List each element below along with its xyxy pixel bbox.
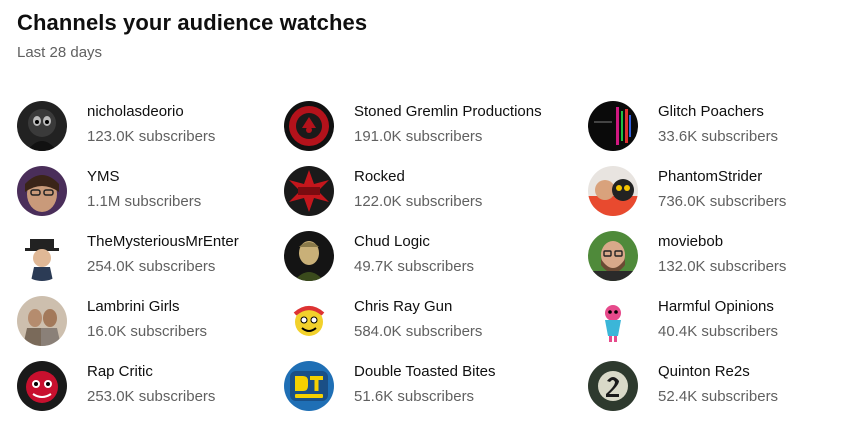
subscriber-count: 40.4K subscribers — [658, 323, 779, 340]
channel-item[interactable]: TheMysteriousMrEnter 254.0K subscribers — [17, 229, 284, 294]
cartoon-faces-avatar — [588, 166, 638, 216]
cartoon-yellow-avatar — [284, 296, 334, 346]
band-photo-avatar — [17, 296, 67, 346]
channel-item[interactable]: Harmful Opinions 40.4K subscribers — [588, 294, 838, 359]
bearded-man-avatar — [588, 231, 638, 281]
subscriber-count: 253.0K subscribers — [87, 388, 216, 405]
subscriber-count: 736.0K subscribers — [658, 193, 787, 210]
subscriber-count: 1.1M subscribers — [87, 193, 202, 210]
channel-name[interactable]: Harmful Opinions — [658, 298, 778, 316]
channel-name[interactable]: Rap Critic — [87, 363, 215, 381]
subscriber-count: 51.6K subscribers — [354, 388, 475, 405]
channel-name[interactable]: Glitch Poachers — [658, 103, 778, 121]
channel-name[interactable]: Stoned Gremlin Productions — [354, 103, 542, 121]
subscriber-count: 52.4K subscribers — [658, 388, 779, 405]
channel-item[interactable]: nicholasdeorio 123.0K subscribers — [17, 99, 284, 164]
channel-name[interactable]: moviebob — [658, 233, 786, 251]
channel-item[interactable]: Quinton Re2s 52.4K subscribers — [588, 359, 838, 424]
subscriber-count: 49.7K subscribers — [354, 258, 475, 275]
subscriber-count: 132.0K subscribers — [658, 258, 787, 275]
subscriber-count: 191.0K subscribers — [354, 128, 483, 145]
channel-name[interactable]: Double Toasted Bites — [354, 363, 495, 381]
channel-name[interactable]: nicholasdeorio — [87, 103, 215, 121]
channel-item[interactable]: Chris Ray Gun 584.0K subscribers — [284, 294, 588, 359]
channel-item[interactable]: Lambrini Girls 16.0K subscribers — [17, 294, 284, 359]
channel-name[interactable]: Chud Logic — [354, 233, 474, 251]
channel-name[interactable]: YMS — [87, 168, 201, 186]
channel-item[interactable]: PhantomStrider 736.0K subscribers — [588, 164, 838, 229]
channel-grid: nicholasdeorio 123.0K subscribers Stoned … — [17, 99, 838, 424]
hat-character-avatar — [17, 231, 67, 281]
channel-name[interactable]: Rocked — [354, 168, 482, 186]
channel-item[interactable]: Stoned Gremlin Productions 191.0K subscri… — [284, 99, 588, 164]
subscriber-count: 254.0K subscribers — [87, 258, 216, 275]
colorful-figure-avatar — [588, 296, 638, 346]
subscriber-count: 584.0K subscribers — [354, 323, 483, 340]
channel-name[interactable]: Quinton Re2s — [658, 363, 778, 381]
section-header: Channels your audience watches Last 28 d… — [17, 8, 367, 62]
channel-name[interactable]: TheMysteriousMrEnter — [87, 233, 239, 251]
red-seal-avatar — [284, 101, 334, 151]
number-two-avatar — [588, 361, 638, 411]
channel-item[interactable]: Chud Logic 49.7K subscribers — [284, 229, 588, 294]
channel-item[interactable]: Rap Critic 253.0K subscribers — [17, 359, 284, 424]
dt-bites-logo-avatar — [284, 361, 334, 411]
channel-item[interactable]: YMS 1.1M subscribers — [17, 164, 284, 229]
channel-name[interactable]: Lambrini Girls — [87, 298, 207, 316]
face-photo-avatar — [17, 166, 67, 216]
page-title: Channels your audience watches — [17, 10, 368, 35]
dark-creature-avatar — [17, 101, 67, 151]
glitch-avatar — [588, 101, 638, 151]
channel-item[interactable]: Glitch Poachers 33.6K subscribers — [588, 99, 838, 164]
channel-name[interactable]: PhantomStrider — [658, 168, 786, 186]
date-range-label: Last 28 days — [17, 44, 103, 61]
subscriber-count: 33.6K subscribers — [658, 128, 779, 145]
channel-item[interactable]: Double Toasted Bites 51.6K subscribers — [284, 359, 588, 424]
red-burst-avatar — [284, 166, 334, 216]
channel-item[interactable]: Rocked 122.0K subscribers — [284, 164, 588, 229]
portrait-avatar — [284, 231, 334, 281]
subscriber-count: 123.0K subscribers — [87, 128, 216, 145]
subscriber-count: 16.0K subscribers — [87, 323, 208, 340]
subscriber-count: 122.0K subscribers — [354, 193, 483, 210]
channel-name[interactable]: Chris Ray Gun — [354, 298, 482, 316]
channel-item[interactable]: moviebob 132.0K subscribers — [588, 229, 838, 294]
red-character-avatar — [17, 361, 67, 411]
